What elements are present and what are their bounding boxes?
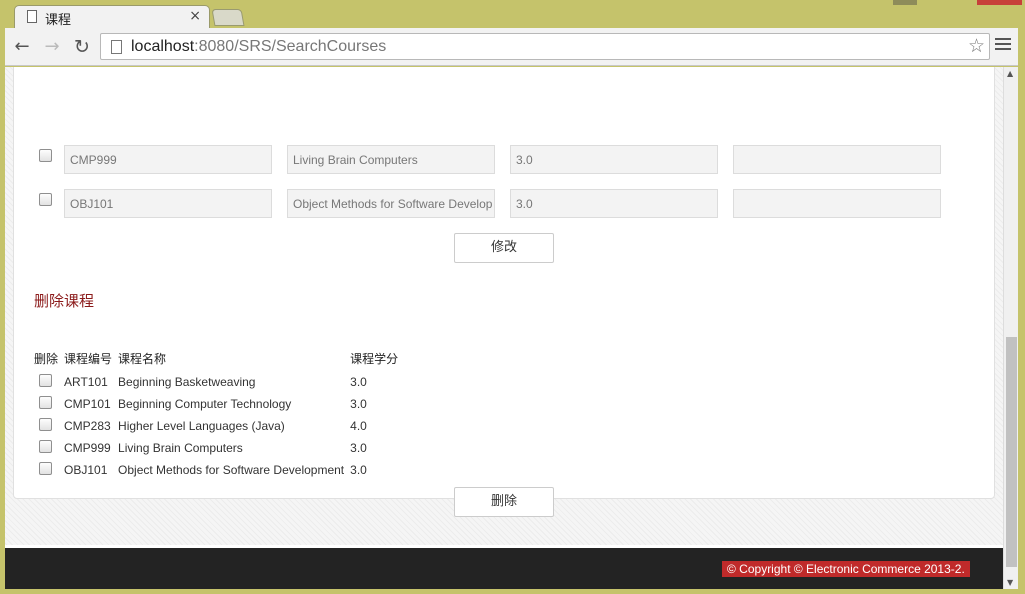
course-credits: 3.0 — [350, 441, 367, 455]
vertical-scrollbar[interactable]: ▲ ▼ — [1003, 67, 1018, 589]
row-checkbox[interactable] — [39, 149, 52, 162]
course-code: CMP101 — [64, 397, 111, 411]
course-code-field[interactable]: OBJ101 — [64, 189, 272, 218]
page-icon — [27, 10, 37, 23]
window-frame-edge — [1018, 28, 1025, 594]
url-host: localhost — [131, 38, 195, 55]
tab-title: 课程 — [45, 13, 72, 28]
course-code: CMP283 — [64, 419, 111, 433]
table-row: OBJ101 Object Methods for Software Devel… — [34, 459, 404, 481]
table-row: CMP283 Higher Level Languages (Java) 4.0 — [34, 415, 404, 437]
course-extra-field[interactable] — [733, 189, 941, 218]
forward-arrow-icon[interactable]: → — [41, 36, 63, 58]
delete-checkbox[interactable] — [39, 374, 52, 387]
page-footer: © Copyright © Electronic Commerce 2013-2… — [5, 545, 1003, 589]
url-text: localhost:8080/SRS/SearchCourses — [131, 38, 386, 56]
course-credits: 3.0 — [350, 463, 367, 477]
minimize-button[interactable] — [893, 0, 917, 5]
delete-checkbox[interactable] — [39, 440, 52, 453]
course-credits: 4.0 — [350, 419, 367, 433]
delete-course-table: 删除 课程编号 课程名称 课程学分 ART101 Beginning Baske… — [34, 350, 404, 481]
course-code: ART101 — [64, 375, 108, 389]
new-tab-button[interactable] — [211, 9, 245, 26]
course-code: CMP999 — [64, 441, 111, 455]
course-name: Object Methods for Software Development — [118, 463, 345, 477]
course-credits: 3.0 — [350, 397, 367, 411]
table-row: ART101 Beginning Basketweaving 3.0 — [34, 371, 404, 393]
bookmark-star-icon[interactable]: ☆ — [968, 35, 985, 57]
course-credits-field[interactable]: 3.0 — [510, 145, 718, 174]
address-bar[interactable]: localhost:8080/SRS/SearchCourses ☆ — [100, 33, 990, 60]
tab-strip: 课程 × — [0, 0, 1025, 29]
update-button[interactable]: 修改 — [454, 233, 554, 263]
back-arrow-icon[interactable]: ← — [11, 36, 33, 58]
course-code-field[interactable]: CMP999 — [64, 145, 272, 174]
close-window-button[interactable] — [977, 0, 1022, 5]
table-row: CMP999 Living Brain Computers 3.0 — [34, 437, 404, 459]
course-credits-field[interactable]: 3.0 — [510, 189, 718, 218]
scroll-down-icon[interactable]: ▼ — [1007, 578, 1013, 587]
table-header-row: 删除 课程编号 课程名称 课程学分 — [34, 350, 404, 371]
content-panel: CMP999 Living Brain Computers 3.0 OBJ101… — [13, 67, 995, 517]
page-viewport: CMP999 Living Brain Computers 3.0 OBJ101… — [5, 67, 1003, 589]
scroll-up-icon[interactable]: ▲ — [1007, 69, 1013, 78]
header-name: 课程名称 — [118, 352, 167, 366]
delete-checkbox[interactable] — [39, 396, 52, 409]
close-tab-icon[interactable]: × — [189, 8, 201, 24]
menu-icon[interactable] — [995, 38, 1011, 52]
delete-section-title: 删除课程 — [34, 292, 95, 310]
table-row: CMP101 Beginning Computer Technology 3.0 — [34, 393, 404, 415]
reload-icon[interactable]: ↻ — [71, 36, 93, 58]
scrollbar-thumb[interactable] — [1006, 337, 1017, 567]
tab-courses[interactable]: 课程 × — [14, 5, 210, 29]
course-name: Beginning Basketweaving — [118, 375, 256, 389]
course-extra-field[interactable] — [733, 145, 941, 174]
copyright-text: © Copyright © Electronic Commerce 2013-2… — [722, 561, 970, 577]
course-name: Higher Level Languages (Java) — [118, 419, 285, 433]
course-name: Beginning Computer Technology — [118, 397, 292, 411]
edit-row: OBJ101 Object Methods for Software Devel… — [14, 189, 994, 219]
course-name-field[interactable]: Object Methods for Software Develop — [287, 189, 495, 218]
course-name-field[interactable]: Living Brain Computers — [287, 145, 495, 174]
url-path: :8080/SRS/SearchCourses — [194, 38, 387, 55]
course-name: Living Brain Computers — [118, 441, 243, 455]
course-credits: 3.0 — [350, 375, 367, 389]
header-credits: 课程学分 — [350, 352, 399, 366]
header-delete: 删除 — [34, 352, 59, 366]
delete-checkbox[interactable] — [39, 418, 52, 431]
header-code: 课程编号 — [64, 352, 113, 366]
edit-row: CMP999 Living Brain Computers 3.0 — [14, 145, 994, 175]
delete-checkbox[interactable] — [39, 462, 52, 475]
page-icon — [111, 40, 122, 54]
browser-toolbar: ← → ↻ localhost:8080/SRS/SearchCourses ☆ — [5, 28, 1020, 66]
row-checkbox[interactable] — [39, 193, 52, 206]
course-code: OBJ101 — [64, 463, 108, 477]
delete-button[interactable]: 删除 — [454, 487, 554, 517]
